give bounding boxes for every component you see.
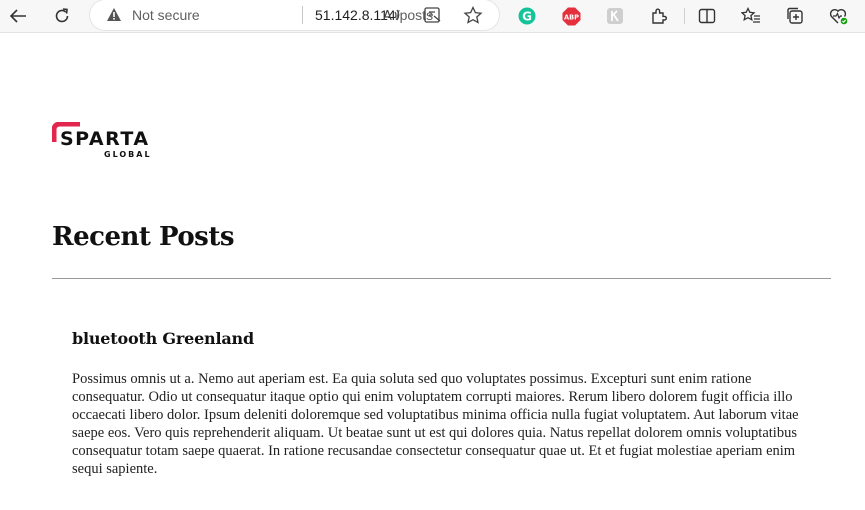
address-bar[interactable]: Not secure 51.142.8.114/posts A bbox=[90, 0, 499, 30]
address-divider bbox=[302, 6, 303, 24]
logo-brand: SPARTA bbox=[60, 128, 150, 150]
browser-essentials-icon[interactable] bbox=[829, 6, 849, 26]
extension-icon[interactable] bbox=[605, 6, 625, 26]
warning-icon[interactable] bbox=[106, 7, 122, 27]
split-screen-icon[interactable] bbox=[697, 6, 717, 26]
security-status[interactable]: Not secure bbox=[132, 7, 200, 23]
favorite-star-icon[interactable] bbox=[462, 5, 484, 25]
favorites-icon[interactable] bbox=[741, 6, 761, 26]
sparta-global-logo[interactable]: SPARTA GLOBAL bbox=[52, 122, 156, 162]
url-text[interactable]: 51.142.8.114/posts bbox=[315, 7, 433, 23]
post-body: Possimus omnis ut a. Nemo aut aperiam es… bbox=[72, 371, 799, 478]
grammarly-icon[interactable]: G bbox=[517, 6, 537, 26]
heading-divider bbox=[52, 278, 831, 279]
read-aloud-icon[interactable]: A bbox=[382, 5, 404, 25]
toolbar-divider bbox=[684, 8, 685, 24]
svg-text:G: G bbox=[522, 9, 532, 23]
back-icon[interactable] bbox=[5, 4, 31, 28]
collections-icon[interactable] bbox=[785, 6, 805, 26]
post-title: bluetooth Greenland bbox=[72, 329, 254, 348]
refresh-icon[interactable] bbox=[49, 4, 75, 28]
adblock-plus-icon[interactable]: ABP bbox=[561, 6, 581, 26]
puzzle-extensions-icon[interactable] bbox=[649, 6, 669, 26]
svg-text:ABP: ABP bbox=[564, 13, 579, 21]
logo-subtitle: GLOBAL bbox=[104, 150, 152, 159]
immersive-reader-icon[interactable] bbox=[422, 5, 444, 25]
svg-text:A: A bbox=[383, 9, 392, 23]
page-title: Recent Posts bbox=[52, 222, 234, 252]
browser-toolbar: Not secure 51.142.8.114/posts A G ABP bbox=[0, 0, 865, 33]
